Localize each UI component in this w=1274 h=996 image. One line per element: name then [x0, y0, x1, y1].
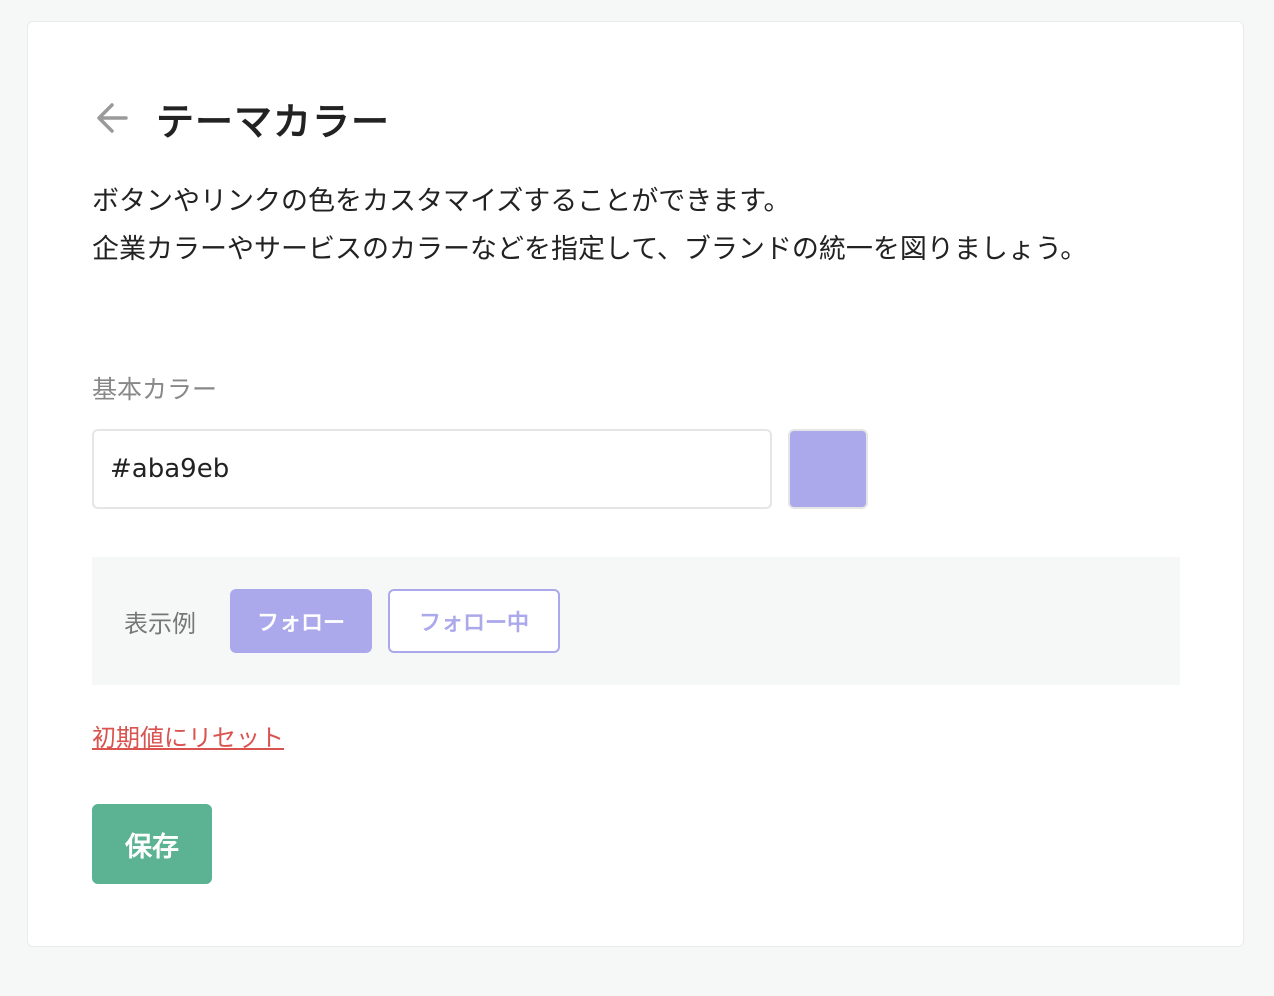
arrow-left-icon: [97, 103, 128, 133]
save-button[interactable]: 保存: [92, 804, 212, 884]
color-swatch[interactable]: [788, 429, 868, 509]
page-title: テーマカラー: [156, 99, 391, 144]
reset-to-default-link[interactable]: 初期値にリセット: [92, 718, 284, 753]
description-line-1: ボタンやリンクの色をカスタマイズすることができます。: [92, 186, 791, 217]
page-header: テーマカラー: [92, 92, 390, 144]
base-color-input[interactable]: [92, 429, 772, 509]
description: ボタンやリンクの色をカスタマイズすることができます。 企業カラーやサービスのカラ…: [92, 178, 1180, 274]
theme-color-card: テーマカラー ボタンやリンクの色をカスタマイズすることができます。 企業カラーや…: [27, 21, 1244, 947]
description-line-2: 企業カラーやサービスのカラーなどを指定して、ブランドの統一を図りましょう。: [92, 234, 1088, 265]
preview-area: 表示例 フォロー フォロー中: [92, 557, 1180, 685]
preview-label: 表示例: [124, 609, 196, 638]
base-color-label: 基本カラー: [92, 375, 218, 404]
following-button[interactable]: フォロー中: [388, 589, 560, 653]
follow-button[interactable]: フォロー: [230, 589, 372, 653]
back-button[interactable]: [92, 94, 140, 142]
